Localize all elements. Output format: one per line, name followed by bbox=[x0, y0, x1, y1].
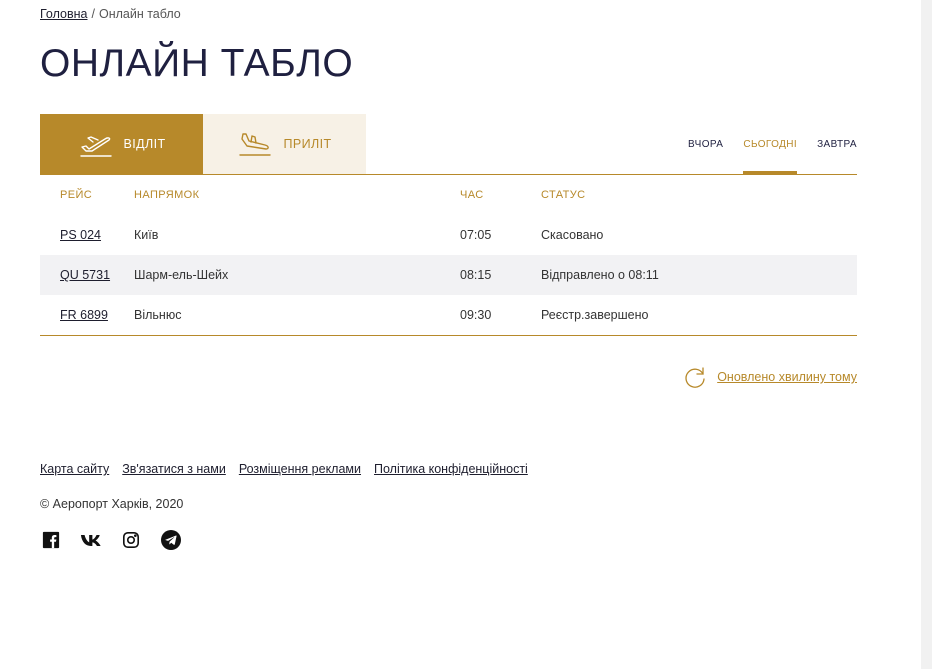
footer-link-advertising[interactable]: Розміщення реклами bbox=[239, 462, 361, 476]
instagram-icon[interactable] bbox=[120, 530, 142, 550]
breadcrumb-current: Онлайн табло bbox=[98, 7, 181, 21]
flight-link[interactable]: PS 024 bbox=[60, 228, 101, 242]
facebook-icon[interactable] bbox=[40, 530, 62, 550]
flight-link[interactable]: FR 6899 bbox=[60, 308, 108, 322]
direction-tabs: ВІДЛІТ ПРИЛІТ bbox=[40, 114, 366, 174]
table-row: PS 024 Київ 07:05 Скасовано bbox=[40, 215, 857, 255]
tab-departures[interactable]: ВІДЛІТ bbox=[40, 114, 203, 174]
footer-link-sitemap[interactable]: Карта сайту bbox=[40, 462, 109, 476]
arrival-plane-icon bbox=[239, 133, 272, 156]
breadcrumb-home-link[interactable]: Головна bbox=[40, 7, 88, 21]
flight-time: 07:05 bbox=[460, 228, 492, 242]
day-selector: ВЧОРА СЬОГОДНІ ЗАВТРА bbox=[688, 114, 857, 174]
day-today[interactable]: СЬОГОДНІ bbox=[743, 114, 797, 174]
refresh-label: Оновлено хвилину тому bbox=[717, 370, 857, 384]
tab-arrivals-label: ПРИЛІТ bbox=[283, 137, 332, 151]
flight-direction: Київ bbox=[134, 228, 159, 242]
refresh-icon bbox=[685, 367, 705, 388]
breadcrumb: Головна / Онлайн табло bbox=[40, 7, 181, 21]
telegram-icon[interactable] bbox=[160, 530, 182, 550]
day-yesterday[interactable]: ВЧОРА bbox=[688, 114, 723, 174]
flight-link[interactable]: QU 5731 bbox=[60, 268, 110, 282]
footer-link-privacy[interactable]: Політика конфіденційності bbox=[374, 462, 528, 476]
flight-time: 09:30 bbox=[460, 308, 492, 322]
flight-time: 08:15 bbox=[460, 268, 492, 282]
flight-direction: Вільнюс bbox=[134, 308, 182, 322]
flights-table: РЕЙС НАПРЯМОК ЧАС СТАТУС PS 024 Київ 07:… bbox=[40, 174, 857, 336]
scrollbar-track[interactable] bbox=[921, 0, 932, 669]
header-time: ЧАС bbox=[460, 189, 484, 201]
flight-direction: Шарм-ель-Шейх bbox=[134, 268, 229, 282]
refresh-button[interactable]: Оновлено хвилину тому bbox=[683, 365, 857, 389]
footer-links: Карта сайту Зв'язатися з нами Розміщення… bbox=[40, 462, 528, 476]
header-status: СТАТУС bbox=[541, 189, 586, 201]
header-direction: НАПРЯМОК bbox=[134, 189, 200, 201]
day-tomorrow[interactable]: ЗАВТРА bbox=[817, 114, 857, 174]
departure-plane-icon bbox=[79, 136, 112, 157]
table-row: FR 6899 Вільнюс 09:30 Реєстр.завершено bbox=[40, 295, 857, 335]
breadcrumb-separator: / bbox=[91, 7, 95, 21]
tab-departures-label: ВІДЛІТ bbox=[123, 137, 166, 151]
flight-status: Скасовано bbox=[541, 228, 604, 242]
copyright: © Аеропорт Харків, 2020 bbox=[40, 497, 184, 511]
page-title: ОНЛАЙН ТАБЛО bbox=[40, 42, 354, 85]
tab-arrivals[interactable]: ПРИЛІТ bbox=[203, 114, 366, 174]
table-row: QU 5731 Шарм-ель-Шейх 08:15 Відправлено … bbox=[40, 255, 857, 295]
vk-icon[interactable] bbox=[80, 530, 102, 550]
social-links bbox=[40, 530, 182, 550]
flight-status: Відправлено о 08:11 bbox=[541, 268, 659, 282]
header-flight: РЕЙС bbox=[60, 189, 93, 201]
footer-link-contact[interactable]: Зв'язатися з нами bbox=[122, 462, 226, 476]
table-header: РЕЙС НАПРЯМОК ЧАС СТАТУС bbox=[40, 175, 857, 215]
flight-status: Реєстр.завершено bbox=[541, 308, 649, 322]
